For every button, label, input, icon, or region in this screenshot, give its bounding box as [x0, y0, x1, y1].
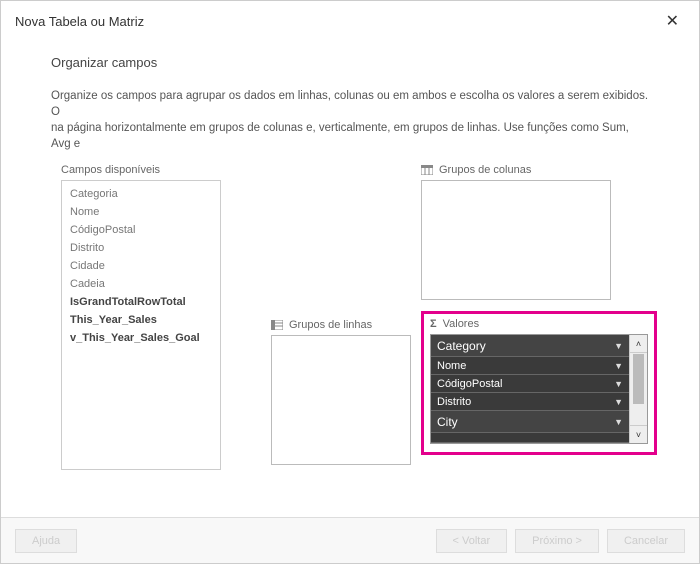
chevron-down-icon[interactable]: ▼ — [614, 341, 623, 351]
values-list[interactable]: Category ▼ Nome ▼ CódigoPostal ▼ Distrit… — [431, 335, 629, 443]
values-container: Category ▼ Nome ▼ CódigoPostal ▼ Distrit… — [430, 334, 648, 444]
column-groups-label: Grupos de colunas — [421, 164, 611, 176]
table-icon — [271, 320, 283, 330]
value-item[interactable]: Category ▼ — [431, 335, 629, 357]
sigma-icon: Σ — [430, 318, 437, 330]
list-item[interactable]: This_Year_Sales — [62, 311, 220, 329]
chevron-down-icon[interactable]: ▼ — [614, 417, 623, 427]
scroll-thumb[interactable] — [633, 354, 644, 404]
dialog-title: Nova Tabela ou Matriz — [15, 14, 144, 29]
values-label: Σ Valores — [430, 318, 648, 330]
list-item[interactable]: Categoria — [62, 185, 220, 203]
titlebar: Nova Tabela ou Matriz ✕ — [1, 1, 699, 37]
list-item[interactable]: Nome — [62, 203, 220, 221]
table-icon — [421, 165, 433, 175]
scrollbar[interactable]: ˄ ˅ — [629, 335, 647, 443]
value-item[interactable] — [431, 433, 629, 443]
list-item[interactable]: Cadeia — [62, 275, 220, 293]
description-text: Organize os campos para agrupar os dados… — [1, 70, 699, 152]
value-item[interactable]: CódigoPostal ▼ — [431, 375, 629, 393]
back-button[interactable]: < Voltar — [436, 529, 508, 553]
section-heading: Organizar campos — [1, 37, 699, 70]
next-button[interactable]: Próximo > — [515, 529, 599, 553]
scroll-up-icon[interactable]: ˄ — [630, 335, 647, 353]
value-item[interactable]: City ▼ — [431, 411, 629, 433]
row-groups-dropzone[interactable] — [271, 335, 411, 465]
chevron-down-icon[interactable]: ▼ — [614, 379, 623, 389]
chevron-down-icon[interactable]: ▼ — [614, 361, 623, 371]
chevron-down-icon[interactable]: ▼ — [614, 397, 623, 407]
available-fields-label: Campos disponíveis — [61, 164, 221, 176]
scroll-track[interactable] — [630, 405, 647, 425]
list-item[interactable]: CódigoPostal — [62, 221, 220, 239]
available-fields-zone: Campos disponíveis Categoria Nome Código… — [61, 164, 221, 470]
list-item[interactable]: v_This_Year_Sales_Goal — [62, 329, 220, 347]
column-groups-dropzone[interactable] — [421, 180, 611, 300]
list-item[interactable]: IsGrandTotalRowTotal — [62, 293, 220, 311]
help-button[interactable]: Ajuda — [15, 529, 77, 553]
list-item[interactable]: Cidade — [62, 257, 220, 275]
dialog-footer: Ajuda < Voltar Próximo > Cancelar — [1, 517, 699, 563]
close-icon[interactable]: ✕ — [660, 9, 685, 33]
available-fields-list[interactable]: Categoria Nome CódigoPostal Distrito Cid… — [61, 180, 221, 470]
values-zone-highlighted: Σ Valores Category ▼ Nome ▼ CódigoPostal… — [421, 311, 657, 455]
cancel-button[interactable]: Cancelar — [607, 529, 685, 553]
column-groups-zone: Grupos de colunas — [421, 164, 611, 300]
scroll-down-icon[interactable]: ˅ — [630, 425, 647, 443]
list-item[interactable]: Distrito — [62, 239, 220, 257]
value-item[interactable]: Distrito ▼ — [431, 393, 629, 411]
value-item[interactable]: Nome ▼ — [431, 357, 629, 375]
dialog-new-table-matrix: Nova Tabela ou Matriz ✕ Organizar campos… — [0, 0, 700, 564]
